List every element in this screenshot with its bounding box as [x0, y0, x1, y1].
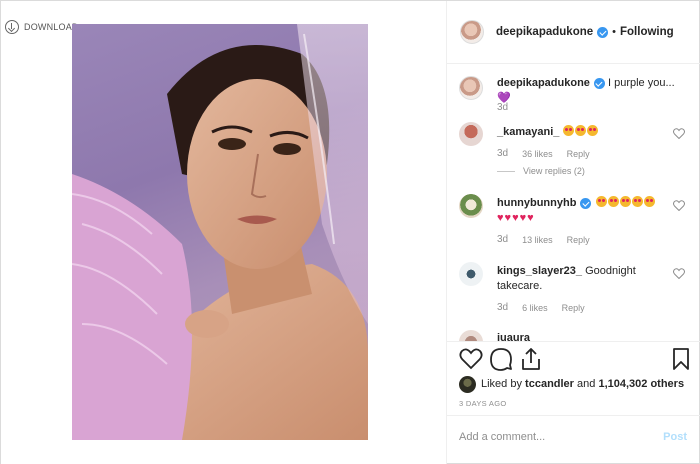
comment-icon[interactable]	[489, 347, 513, 371]
view-replies-button[interactable]: View replies (2)	[497, 166, 585, 176]
caption-username[interactable]: deepikapadukone	[497, 77, 590, 89]
comment-body: _kamayani_	[497, 125, 675, 140]
red-heart-icon: ♥	[527, 212, 534, 224]
comment-meta: 3d 13 likes Reply	[497, 234, 590, 245]
heart-eyes-emoji-icon	[563, 125, 575, 136]
following-button[interactable]: Following	[620, 26, 674, 38]
post-photo[interactable]	[72, 24, 368, 440]
verified-badge-icon	[597, 26, 609, 38]
likes-prefix: Liked by	[481, 378, 522, 390]
comment-age[interactable]: 3d	[497, 302, 508, 313]
reply-button[interactable]: Reply	[562, 303, 585, 313]
caption-body: deepikapadukone I purple you...💜	[497, 76, 675, 106]
share-icon[interactable]	[519, 347, 543, 371]
comments-list[interactable]: deepikapadukone I purple you...💜 3d _kam…	[447, 64, 700, 341]
view-replies-label: View replies (2)	[523, 166, 585, 176]
liker-avatar[interactable]	[459, 375, 476, 393]
post-details-panel: deepikapadukone • Following deepikapaduk…	[447, 1, 700, 464]
liker-username[interactable]: tccandler	[525, 378, 574, 390]
heart-eyes-emoji-icon	[587, 125, 599, 136]
comment-username[interactable]: hunnybunnyhb	[497, 197, 576, 209]
comment-body: kings_slayer23_ Goodnight takecare.	[497, 264, 675, 294]
portrait-illustration	[72, 24, 368, 440]
comment-username[interactable]: juaura	[497, 332, 530, 341]
heart-eyes-emoji-icon	[643, 196, 655, 207]
heart-icon[interactable]	[459, 347, 483, 371]
comment-likes[interactable]: 6 likes	[522, 303, 548, 313]
author-username[interactable]: deepikapadukone	[496, 26, 593, 38]
action-bar	[459, 347, 695, 373]
heart-eyes-emoji-icon	[575, 125, 587, 136]
likes-joiner: and	[577, 378, 596, 390]
heart-icon[interactable]	[673, 128, 685, 139]
comment-meta: 3d 6 likes Reply	[497, 302, 585, 313]
post-header: deepikapadukone • Following	[447, 1, 700, 64]
heart-eyes-emoji-icon	[607, 196, 619, 207]
likes-summary: Liked by tccandler and 1,104,302 others	[459, 375, 699, 393]
header-separator: •	[612, 26, 616, 38]
instagram-post-window: DOWNLOAD deepikapadukone • Following dee…	[0, 0, 700, 464]
comment-meta: 3d 36 likes Reply	[497, 148, 590, 159]
comment-body: juaura	[497, 331, 675, 341]
commenter-avatar[interactable]	[459, 330, 483, 341]
comment-age[interactable]: 3d	[497, 234, 508, 245]
heart-eyes-emoji-icon	[595, 196, 607, 207]
caption-meta: 3d	[497, 102, 508, 113]
likes-count[interactable]: 1,104,302 others	[598, 378, 684, 390]
heart-icon[interactable]	[673, 268, 685, 279]
reply-button[interactable]: Reply	[567, 235, 590, 245]
media-pane: DOWNLOAD	[1, 1, 446, 464]
comment-username[interactable]: kings_slayer23_	[497, 265, 582, 277]
comment-box-divider	[447, 415, 700, 416]
reply-button[interactable]: Reply	[567, 149, 590, 159]
caption-age[interactable]: 3d	[497, 102, 508, 113]
comment-body: hunnybunnyhb ♥♥♥♥♥	[497, 196, 675, 226]
post-timestamp[interactable]: 3 DAYS AGO	[459, 399, 506, 408]
red-heart-icon: ♥	[504, 212, 512, 224]
heart-icon[interactable]	[673, 200, 685, 211]
heart-eyes-emoji-icon	[631, 196, 643, 207]
commenter-avatar[interactable]	[459, 122, 483, 146]
caption-text: I purple you...	[607, 77, 675, 89]
comment-input[interactable]: Add a comment...	[459, 431, 545, 443]
replies-divider	[497, 170, 515, 172]
download-icon	[5, 20, 19, 34]
post-comment-button[interactable]: Post	[663, 431, 687, 443]
verified-badge-icon	[593, 77, 605, 89]
red-heart-icon: ♥	[512, 212, 519, 224]
comment-username[interactable]: _kamayani_	[497, 126, 559, 138]
commenter-avatar[interactable]	[459, 194, 483, 218]
heart-eyes-emoji-icon	[619, 196, 631, 207]
comment-likes[interactable]: 36 likes	[522, 149, 553, 159]
bookmark-icon[interactable]	[669, 347, 693, 371]
commenter-avatar[interactable]	[459, 262, 483, 286]
red-heart-icon: ♥	[497, 212, 504, 224]
red-heart-icon: ♥	[519, 212, 527, 224]
download-button[interactable]: DOWNLOAD	[5, 17, 79, 37]
comment-age[interactable]: 3d	[497, 148, 508, 159]
caption-avatar[interactable]	[459, 76, 483, 100]
verified-badge-icon	[580, 197, 592, 209]
author-avatar[interactable]	[460, 20, 484, 44]
comment-likes[interactable]: 13 likes	[522, 235, 553, 245]
download-label: DOWNLOAD	[24, 22, 79, 32]
actions-divider	[447, 341, 700, 342]
